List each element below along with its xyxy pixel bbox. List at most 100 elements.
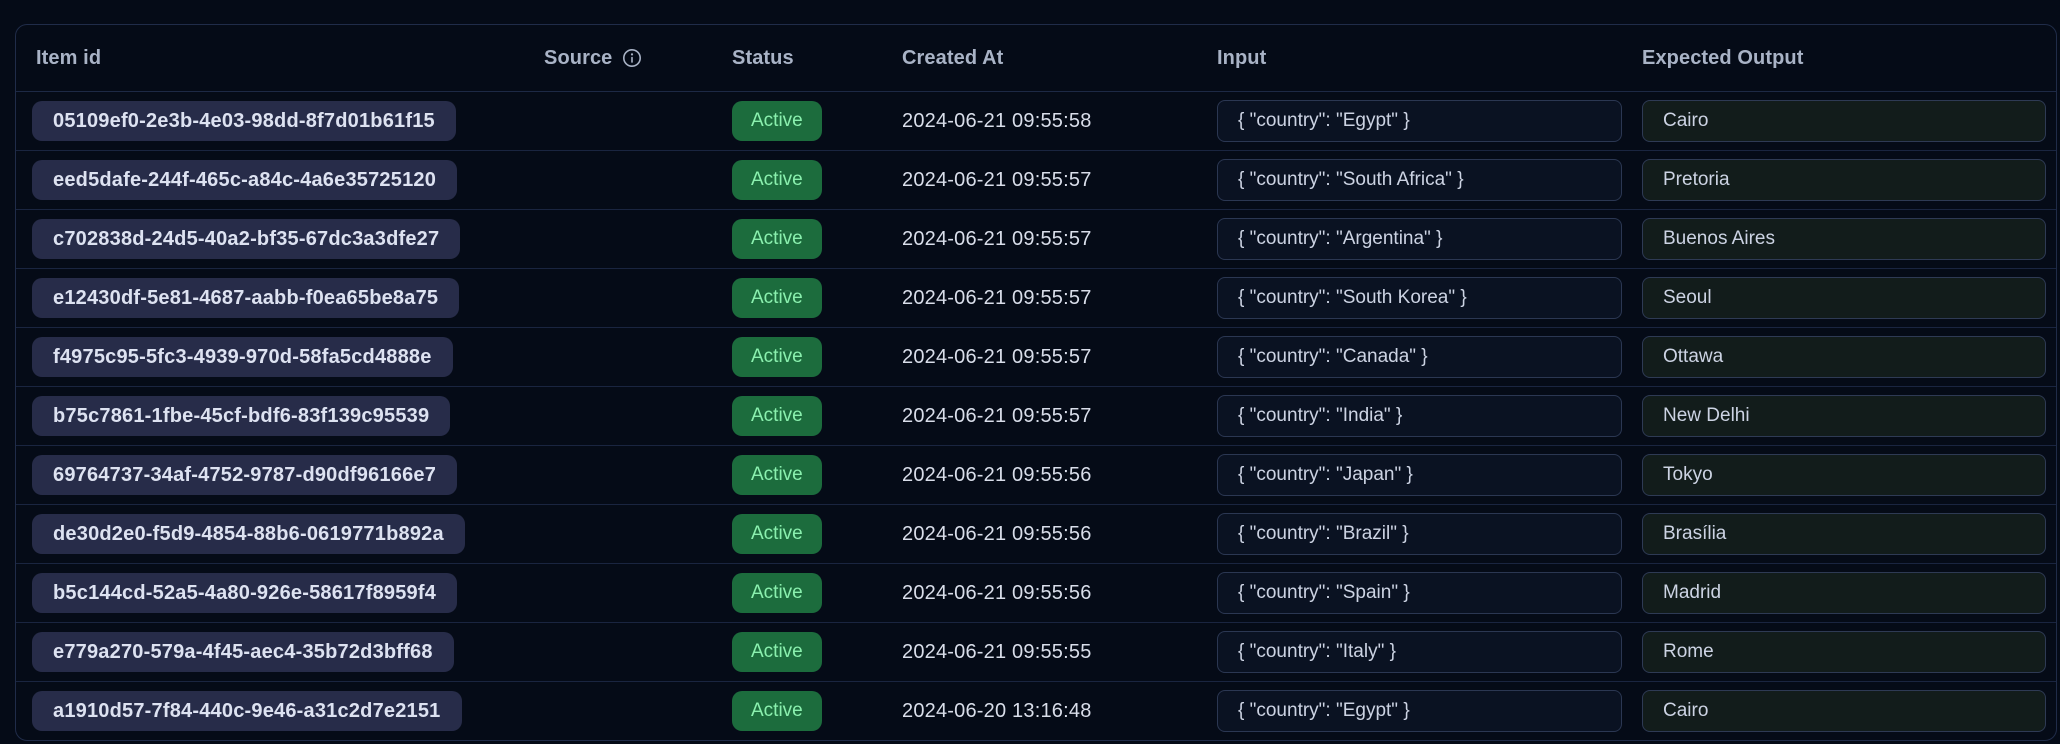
item-id-cell: e12430df-5e81-4687-aabb-f0ea65be8a75 bbox=[16, 269, 524, 327]
item-id-pill[interactable]: de30d2e0-f5d9-4854-88b6-0619771b892a bbox=[32, 514, 465, 554]
status-cell: Active bbox=[712, 623, 882, 681]
created-at-cell: 2024-06-21 09:55:56 bbox=[882, 564, 1197, 622]
created-at-value: 2024-06-21 09:55:56 bbox=[902, 464, 1092, 487]
item-id-cell: b5c144cd-52a5-4a80-926e-58617f8959f4 bbox=[16, 564, 524, 622]
table-row: 69764737-34af-4752-9787-d90df96166e7 Act… bbox=[16, 446, 2056, 505]
source-cell bbox=[524, 505, 712, 563]
item-id-pill[interactable]: f4975c95-5fc3-4939-970d-58fa5cd4888e bbox=[32, 337, 453, 377]
item-id-pill[interactable]: e779a270-579a-4f45-aec4-35b72d3bff68 bbox=[32, 632, 454, 672]
expected-output-cell: Cairo bbox=[1622, 92, 2056, 150]
expected-output-cell: Ottawa bbox=[1622, 328, 2056, 386]
item-id-cell: a1910d57-7f84-440c-9e46-a31c2d7e2151 bbox=[16, 682, 524, 740]
info-circle-icon[interactable] bbox=[622, 48, 642, 68]
item-id-pill[interactable]: b75c7861-1fbe-45cf-bdf6-83f139c95539 bbox=[32, 396, 450, 436]
created-at-cell: 2024-06-21 09:55:58 bbox=[882, 92, 1197, 150]
status-badge: Active bbox=[732, 632, 822, 672]
input-box: { "country": "South Africa" } bbox=[1217, 159, 1622, 201]
expected-output-box: Seoul bbox=[1642, 277, 2046, 319]
item-id-pill[interactable]: c702838d-24d5-40a2-bf35-67dc3a3dfe27 bbox=[32, 219, 460, 259]
status-cell: Active bbox=[712, 682, 882, 740]
status-badge: Active bbox=[732, 101, 822, 141]
input-cell: { "country": "Brazil" } bbox=[1197, 505, 1622, 563]
column-header-label: Expected Output bbox=[1642, 47, 1804, 70]
expected-output-cell: Buenos Aires bbox=[1622, 210, 2056, 268]
table-row: b75c7861-1fbe-45cf-bdf6-83f139c95539 Act… bbox=[16, 387, 2056, 446]
created-at-cell: 2024-06-21 09:55:56 bbox=[882, 446, 1197, 504]
status-cell: Active bbox=[712, 446, 882, 504]
column-header-expected-output: Expected Output bbox=[1622, 47, 2056, 70]
item-id-pill[interactable]: b5c144cd-52a5-4a80-926e-58617f8959f4 bbox=[32, 573, 457, 613]
expected-output-cell: Cairo bbox=[1622, 682, 2056, 740]
expected-output-box: Ottawa bbox=[1642, 336, 2046, 378]
input-box: { "country": "Canada" } bbox=[1217, 336, 1622, 378]
item-id-pill[interactable]: 05109ef0-2e3b-4e03-98dd-8f7d01b61f15 bbox=[32, 101, 456, 141]
dataset-items-table: Item id Source Status Created At Input E… bbox=[15, 24, 2057, 741]
status-badge: Active bbox=[732, 219, 822, 259]
input-box: { "country": "Spain" } bbox=[1217, 572, 1622, 614]
expected-output-box: Brasília bbox=[1642, 513, 2046, 555]
source-cell bbox=[524, 210, 712, 268]
status-cell: Active bbox=[712, 564, 882, 622]
item-id-pill[interactable]: a1910d57-7f84-440c-9e46-a31c2d7e2151 bbox=[32, 691, 462, 731]
created-at-value: 2024-06-21 09:55:57 bbox=[902, 405, 1092, 428]
column-header-label: Source bbox=[544, 47, 612, 70]
created-at-cell: 2024-06-21 09:55:55 bbox=[882, 623, 1197, 681]
expected-output-box: New Delhi bbox=[1642, 395, 2046, 437]
item-id-pill[interactable]: 69764737-34af-4752-9787-d90df96166e7 bbox=[32, 455, 457, 495]
input-cell: { "country": "Spain" } bbox=[1197, 564, 1622, 622]
input-box: { "country": "Egypt" } bbox=[1217, 690, 1622, 732]
status-badge: Active bbox=[732, 337, 822, 377]
input-cell: { "country": "Canada" } bbox=[1197, 328, 1622, 386]
input-cell: { "country": "Egypt" } bbox=[1197, 92, 1622, 150]
expected-output-cell: Madrid bbox=[1622, 564, 2056, 622]
source-cell bbox=[524, 682, 712, 740]
created-at-value: 2024-06-21 09:55:57 bbox=[902, 287, 1092, 310]
expected-output-cell: Rome bbox=[1622, 623, 2056, 681]
expected-output-cell: New Delhi bbox=[1622, 387, 2056, 445]
expected-output-box: Cairo bbox=[1642, 100, 2046, 142]
status-badge: Active bbox=[732, 396, 822, 436]
table-body: 05109ef0-2e3b-4e03-98dd-8f7d01b61f15 Act… bbox=[16, 92, 2056, 741]
item-id-pill[interactable]: e12430df-5e81-4687-aabb-f0ea65be8a75 bbox=[32, 278, 459, 318]
item-id-cell: b75c7861-1fbe-45cf-bdf6-83f139c95539 bbox=[16, 387, 524, 445]
item-id-pill[interactable]: eed5dafe-244f-465c-a84c-4a6e35725120 bbox=[32, 160, 457, 200]
table-row: e12430df-5e81-4687-aabb-f0ea65be8a75 Act… bbox=[16, 269, 2056, 328]
item-id-cell: f4975c95-5fc3-4939-970d-58fa5cd4888e bbox=[16, 328, 524, 386]
column-header-item-id: Item id bbox=[16, 47, 524, 70]
item-id-cell: eed5dafe-244f-465c-a84c-4a6e35725120 bbox=[16, 151, 524, 209]
created-at-cell: 2024-06-21 09:55:57 bbox=[882, 151, 1197, 209]
column-header-input: Input bbox=[1197, 47, 1622, 70]
column-header-label: Input bbox=[1217, 47, 1266, 70]
input-box: { "country": "South Korea" } bbox=[1217, 277, 1622, 319]
input-cell: { "country": "South Africa" } bbox=[1197, 151, 1622, 209]
source-cell bbox=[524, 446, 712, 504]
column-header-source: Source bbox=[524, 47, 712, 70]
status-badge: Active bbox=[732, 573, 822, 613]
item-id-cell: de30d2e0-f5d9-4854-88b6-0619771b892a bbox=[16, 505, 524, 563]
status-cell: Active bbox=[712, 387, 882, 445]
table-row: eed5dafe-244f-465c-a84c-4a6e35725120 Act… bbox=[16, 151, 2056, 210]
source-cell bbox=[524, 623, 712, 681]
expected-output-box: Tokyo bbox=[1642, 454, 2046, 496]
status-badge: Active bbox=[732, 514, 822, 554]
column-header-label: Created At bbox=[902, 47, 1003, 70]
table-row: c702838d-24d5-40a2-bf35-67dc3a3dfe27 Act… bbox=[16, 210, 2056, 269]
table-row: f4975c95-5fc3-4939-970d-58fa5cd4888e Act… bbox=[16, 328, 2056, 387]
table-row: 05109ef0-2e3b-4e03-98dd-8f7d01b61f15 Act… bbox=[16, 92, 2056, 151]
expected-output-box: Rome bbox=[1642, 631, 2046, 673]
created-at-cell: 2024-06-21 09:55:57 bbox=[882, 387, 1197, 445]
table-header-row: Item id Source Status Created At Input E… bbox=[16, 25, 2056, 92]
column-header-created-at: Created At bbox=[882, 47, 1197, 70]
expected-output-cell: Seoul bbox=[1622, 269, 2056, 327]
created-at-value: 2024-06-21 09:55:56 bbox=[902, 523, 1092, 546]
status-badge: Active bbox=[732, 691, 822, 731]
status-badge: Active bbox=[732, 160, 822, 200]
created-at-value: 2024-06-21 09:55:58 bbox=[902, 110, 1092, 133]
expected-output-cell: Brasília bbox=[1622, 505, 2056, 563]
input-cell: { "country": "India" } bbox=[1197, 387, 1622, 445]
source-cell bbox=[524, 92, 712, 150]
created-at-cell: 2024-06-21 09:55:57 bbox=[882, 328, 1197, 386]
source-cell bbox=[524, 387, 712, 445]
created-at-value: 2024-06-21 09:55:57 bbox=[902, 346, 1092, 369]
input-cell: { "country": "Egypt" } bbox=[1197, 682, 1622, 740]
